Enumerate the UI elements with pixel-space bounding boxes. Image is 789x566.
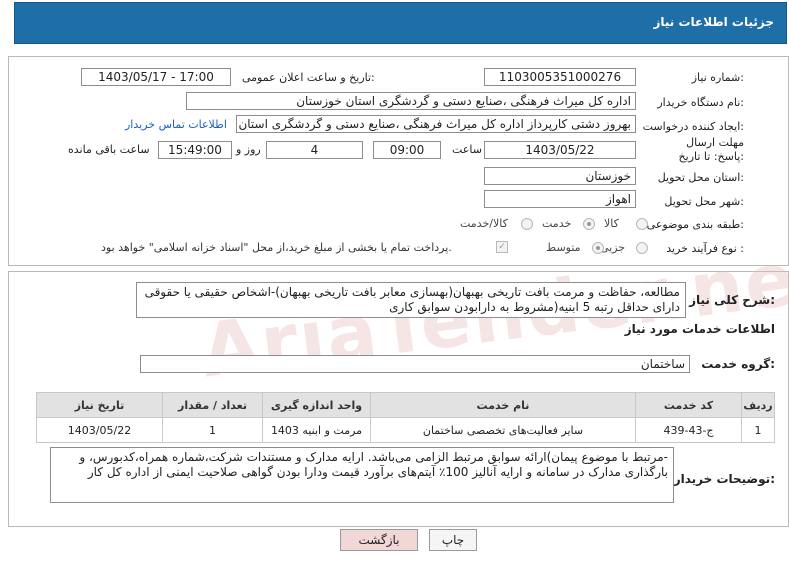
category-option-service: خدمت <box>542 217 572 230</box>
services-heading: اطلاعات خدمات مورد نیاز <box>624 322 775 336</box>
province-label: استان محل تحویل: <box>657 171 744 184</box>
requester-label: ایجاد کننده درخواست: <box>642 120 744 133</box>
group-field: ساختمان <box>140 355 690 373</box>
cell-row: 1 <box>741 417 775 443</box>
purchase-option-medium: متوسط <box>546 241 581 254</box>
deadline-date-field: 1403/05/22 <box>484 141 636 159</box>
buyer-org-field: اداره کل میراث فرهنگی ،صنایع دستی و گردش… <box>186 92 636 110</box>
remaining-label: ساعت باقی مانده <box>68 143 150 156</box>
summary-label: شرح کلی نیاز: <box>689 293 775 307</box>
services-table: ردیف کد خدمت نام خدمت واحد اندازه گیری ت… <box>36 392 775 443</box>
category-radio-goods[interactable] <box>636 218 648 230</box>
time-label: ساعت <box>452 143 482 156</box>
page-title: جزئیات اطلاعات نیاز <box>653 15 774 29</box>
col-date-header: تاریخ نیاز <box>36 392 163 418</box>
cell-date: 1403/05/22 <box>36 417 163 443</box>
category-radio-service[interactable] <box>583 218 595 230</box>
cell-unit: مرمت و ابنیه 1403 <box>262 417 371 443</box>
table-row: 1 ج-43-439 سایر فعالیت‌های تخصصی ساختمان… <box>36 417 775 443</box>
col-unit-header: واحد اندازه گیری <box>262 392 371 418</box>
need-number-field: 1103005351000276 <box>484 68 636 86</box>
category-option-both: کالا/خدمت <box>460 217 508 230</box>
header-bar: جزئیات اطلاعات نیاز <box>14 2 787 44</box>
purchase-radio-medium[interactable] <box>592 242 604 254</box>
group-label: گروه خدمت: <box>701 357 775 371</box>
province-field: خوزستان <box>484 167 636 185</box>
remaining-time-field: 15:49:00 <box>158 141 232 159</box>
payment-note: پرداخت تمام یا بخشی از مبلغ خرید،از محل … <box>101 241 452 254</box>
cell-code: ج-43-439 <box>635 417 742 443</box>
buyer-notes-label: توضیحات خریدار: <box>673 472 775 486</box>
cell-name: سایر فعالیت‌های تخصصی ساختمان <box>370 417 636 443</box>
col-row-header: ردیف <box>741 392 775 418</box>
table-header-row: ردیف کد خدمت نام خدمت واحد اندازه گیری ت… <box>36 392 775 418</box>
col-code-header: کد خدمت <box>635 392 742 418</box>
purchase-radio-minor[interactable] <box>636 242 648 254</box>
days-field: 4 <box>266 141 363 159</box>
city-field: اهواز <box>484 190 636 208</box>
cell-qty: 1 <box>162 417 263 443</box>
category-option-goods: کالا <box>604 217 619 230</box>
buyer-org-label: نام دستگاه خریدار: <box>657 96 744 109</box>
category-label: طبقه بندی موضوعی: <box>646 218 744 231</box>
info-panel <box>8 56 789 266</box>
category-radio-both[interactable] <box>521 218 533 230</box>
requester-field: بهروز دشتی کارپرداز اداره کل میراث فرهنگ… <box>236 115 636 133</box>
announce-field: 1403/05/17 - 17:00 <box>81 68 231 86</box>
city-label: شهر محل تحویل: <box>664 195 744 208</box>
contact-link[interactable]: اطلاعات تماس خریدار <box>125 118 227 131</box>
deadline-time-field: 09:00 <box>373 141 441 159</box>
print-button[interactable]: چاپ <box>429 529 477 551</box>
announce-label: تاریخ و ساعت اعلان عمومی: <box>242 71 375 84</box>
col-name-header: نام خدمت <box>370 392 636 418</box>
days-label: روز و <box>236 143 261 156</box>
col-qty-header: تعداد / مقدار <box>162 392 263 418</box>
buyer-notes-text: -مرتبط با موضوع پیمان)ارائه سوابق مرتبط … <box>50 447 674 503</box>
summary-text: مطالعه، حفاظت و مرمت بافت تاریخی بهبهان(… <box>136 282 686 318</box>
back-button[interactable]: بازگشت <box>340 529 418 551</box>
payment-checkbox[interactable]: ✓ <box>496 241 508 253</box>
need-number-label: شماره نیاز: <box>691 71 744 84</box>
deadline-label: مهلت ارسال پاسخ: تا تاریخ: <box>678 136 744 163</box>
